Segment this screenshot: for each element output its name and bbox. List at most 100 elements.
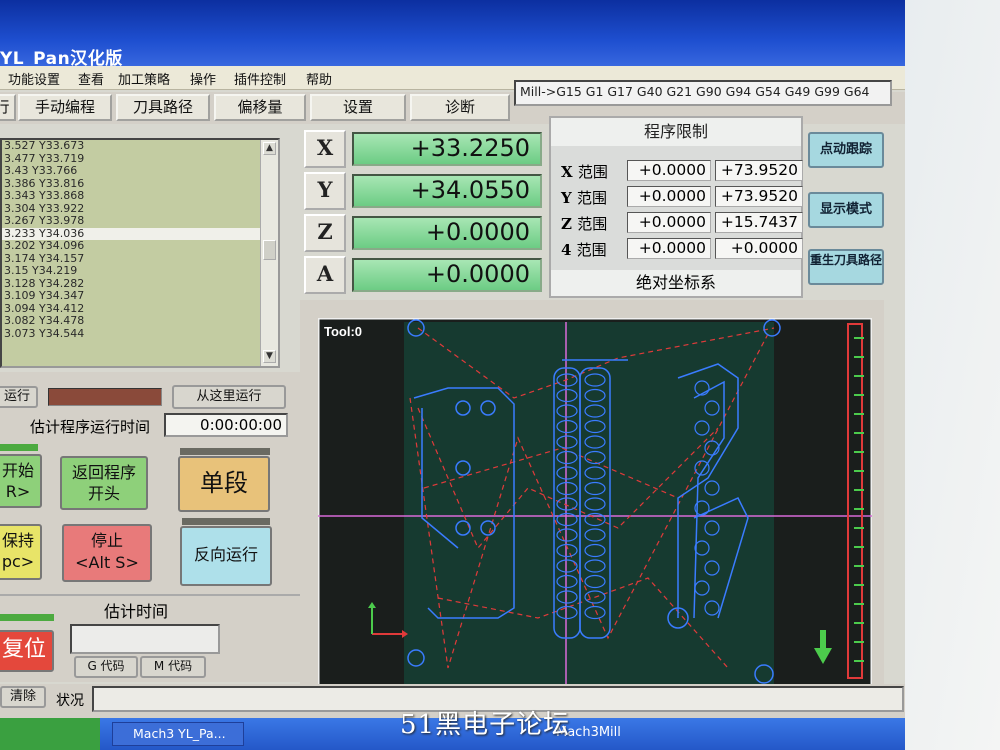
menu-view[interactable]: 查看: [78, 69, 104, 88]
start-indicator: [0, 444, 38, 451]
tab-toolpath[interactable]: 刀具路径: [116, 94, 210, 121]
dro-z-value[interactable]: +0.0000: [352, 216, 542, 250]
feed-hold-line1: 保持: [1, 531, 34, 550]
run-button-partial[interactable]: 运行: [0, 386, 38, 408]
start-button-partial[interactable]: [0, 718, 100, 750]
limit-z-label: 范围: [577, 215, 608, 233]
feed-hold-button[interactable]: 保持 pc>: [0, 524, 42, 580]
rewind-line2: 开头: [87, 484, 120, 503]
limit-z-axis: Z: [561, 215, 572, 233]
rewind-line1: 返回程序: [71, 463, 136, 482]
limit-4-min: +0.0000: [627, 238, 711, 259]
gcode-line[interactable]: 3.073 Y34.544: [2, 327, 278, 341]
tab-diagnostics[interactable]: 诊断: [410, 94, 510, 121]
dro-x-zero-button[interactable]: X: [304, 130, 346, 168]
gcode-line[interactable]: 3.343 Y33.868: [2, 189, 278, 203]
limit-y-label: 范围: [576, 189, 607, 207]
z-arrow-shaft: [820, 630, 826, 650]
forum-watermark: 51黑电子论坛: [400, 710, 571, 740]
active-modal-codes: Mill->G15 G1 G17 G40 G21 G90 G94 G54 G49…: [514, 80, 892, 106]
dro-z-zero-button[interactable]: Z: [304, 214, 346, 252]
gcode-scrollbar[interactable]: ▲ ▼: [260, 140, 278, 366]
gcode-line[interactable]: 3.527 Y33.673: [2, 140, 278, 153]
m-codes-button[interactable]: M 代码: [140, 656, 206, 678]
gcode-rows: 3.527 Y33.673 3.477 Y33.719 3.43 Y33.766 3.…: [2, 140, 278, 340]
tool-label: Tool:0: [324, 324, 362, 339]
dro-z: Z +0.0000: [304, 214, 542, 252]
limit-4-max: +0.0000: [715, 238, 803, 259]
est-run-time-value: 0:00:00:00: [164, 413, 288, 437]
coordinate-system-label: 绝对坐标系: [551, 270, 801, 296]
regen-toolpath-button[interactable]: 重生刀具路径: [808, 249, 884, 285]
toolpath-display-frame: Tool:0: [300, 300, 884, 698]
limit-x-axis: X: [561, 163, 573, 181]
est-time-label: 估计时间: [104, 602, 169, 621]
reverse-run-button[interactable]: 反向运行: [180, 526, 272, 586]
gcode-line[interactable]: 3.082 Y34.478: [2, 314, 278, 328]
workpiece-area: [404, 322, 774, 684]
dro-x: X +33.2250: [304, 130, 542, 168]
dro-y-value[interactable]: +34.0550: [352, 174, 542, 208]
feed-hold-line2: pc>: [1, 552, 35, 571]
scroll-thumb[interactable]: [263, 240, 276, 260]
dro-y-zero-button[interactable]: Y: [304, 172, 346, 210]
scroll-up-icon[interactable]: ▲: [263, 142, 276, 155]
reset-indicator: [0, 614, 54, 621]
dro-y: Y +34.0550: [304, 172, 542, 210]
toolpath-canvas[interactable]: Tool:0: [318, 318, 872, 688]
menu-plugin-control[interactable]: 插件控制: [234, 69, 286, 88]
run-progress-led: [48, 388, 162, 406]
scroll-down-icon[interactable]: ▼: [263, 350, 276, 363]
clear-status-button[interactable]: 清除: [0, 686, 46, 708]
tab-mdi[interactable]: 手动编程: [18, 94, 112, 121]
stop-line2: <Alt S>: [75, 553, 139, 572]
taskbar-mach3-item[interactable]: Mach3 YL_Pa...: [112, 722, 244, 746]
program-limits-panel: 程序限制 X 范围 +0.0000 +73.9520 Y 范围 +0.0000 …: [549, 116, 803, 298]
limit-y-max: +73.9520: [715, 186, 803, 207]
menu-toolpath-strategy[interactable]: 加工策略: [118, 69, 170, 88]
tab-offsets[interactable]: 偏移量: [214, 94, 306, 121]
limit-y-min: +0.0000: [627, 186, 711, 207]
reset-button[interactable]: 复位: [0, 630, 54, 672]
cycle-start-button[interactable]: 开始 R>: [0, 454, 42, 508]
dro-a: A +0.0000: [304, 256, 542, 294]
limit-x-min: +0.0000: [627, 160, 711, 181]
menu-help[interactable]: 帮助: [306, 69, 332, 88]
limit-z-max: +15.7437: [715, 212, 803, 233]
gcode-line[interactable]: 3.202 Y34.096: [2, 239, 278, 253]
program-limits-title: 程序限制: [551, 118, 801, 146]
limit-x-max: +73.9520: [715, 160, 803, 181]
stop-button[interactable]: 停止 <Alt S>: [62, 524, 152, 582]
single-block-button[interactable]: 单段: [178, 456, 270, 512]
divider: [0, 594, 300, 596]
limit-row-x: X 范围 +0.0000 +73.9520: [555, 160, 803, 182]
gcode-line[interactable]: 3.15 Y34.219: [2, 264, 278, 278]
limit-z-min: +0.0000: [627, 212, 711, 233]
limit-4-axis: 4: [561, 241, 572, 259]
tab-run[interactable]: 行: [0, 94, 16, 121]
limit-y-axis: Y: [561, 189, 572, 207]
status-label: 状况: [56, 693, 84, 709]
est-time-value: [70, 624, 220, 654]
tab-settings[interactable]: 设置: [310, 94, 406, 121]
menu-operator[interactable]: 操作: [190, 69, 216, 88]
jog-follow-button[interactable]: 点动跟踪: [808, 132, 884, 168]
gcode-list[interactable]: 3.527 Y33.673 3.477 Y33.719 3.43 Y33.766 3.…: [0, 138, 280, 368]
reverse-run-indicator: [182, 518, 270, 525]
limit-row-z: Z 范围 +0.0000 +15.7437: [555, 212, 803, 234]
g-codes-button[interactable]: G 代码: [74, 656, 138, 678]
limit-row-4: 4 范围 +0.0000 +0.0000: [555, 238, 803, 260]
rewind-button[interactable]: 返回程序 开头: [60, 456, 148, 510]
run-from-here-button[interactable]: 从这里运行: [172, 385, 286, 409]
gcode-line[interactable]: 3.267 Y33.978: [2, 214, 278, 228]
dro-a-zero-button[interactable]: A: [304, 256, 346, 294]
menu-config[interactable]: 功能设置: [8, 69, 60, 88]
display-mode-button[interactable]: 显示模式: [808, 192, 884, 228]
gcode-line[interactable]: 3.43 Y33.766: [2, 164, 278, 178]
dro-a-value[interactable]: +0.0000: [352, 258, 542, 292]
dro-x-value[interactable]: +33.2250: [352, 132, 542, 166]
limit-row-y: Y 范围 +0.0000 +73.9520: [555, 186, 803, 208]
gcode-line[interactable]: 3.109 Y34.347: [2, 289, 278, 303]
mach3-window: YL_Pan汉化版 功能设置 查看 加工策略 操作 插件控制 帮助 行 手动编程…: [0, 0, 905, 750]
single-block-indicator: [180, 448, 270, 455]
